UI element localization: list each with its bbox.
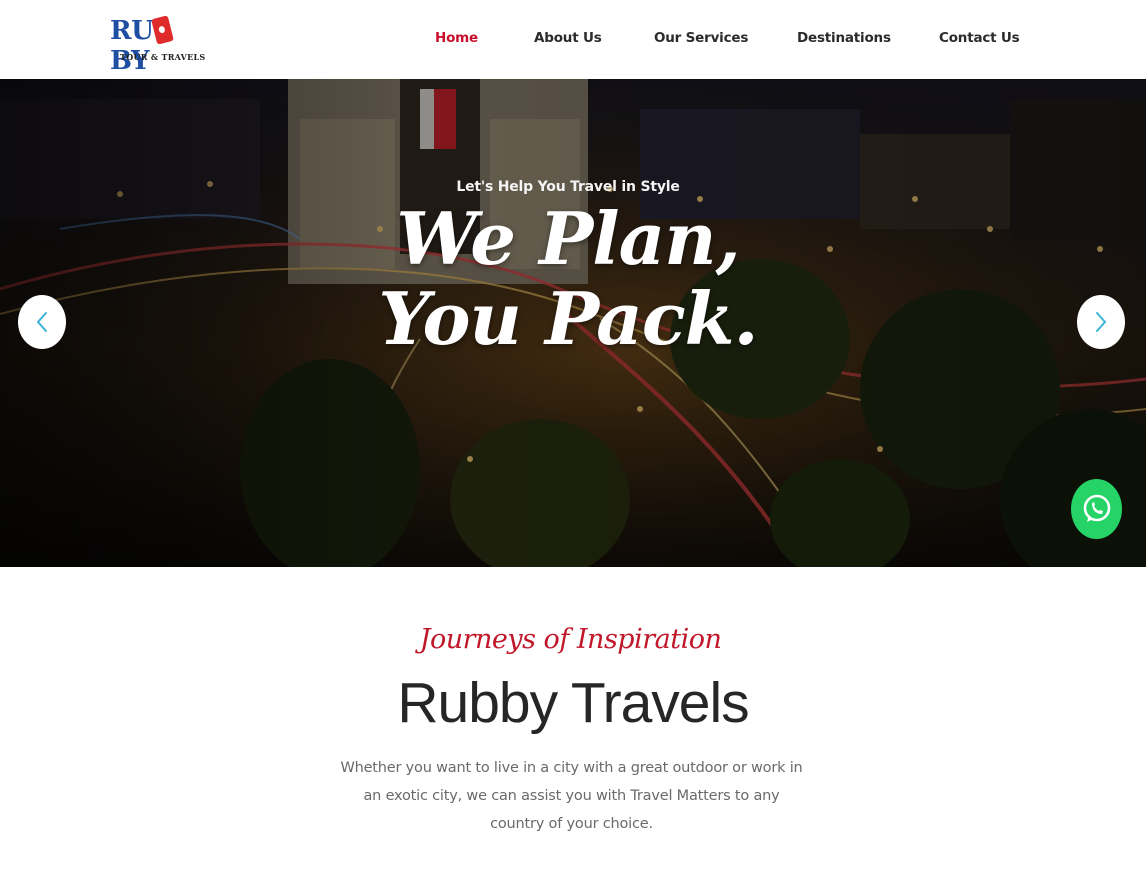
nav-item-home[interactable]: Home [435, 30, 478, 46]
nav-item-about-us[interactable]: About Us [534, 30, 602, 46]
chevron-right-icon [1096, 312, 1107, 332]
whatsapp-button[interactable] [1071, 479, 1122, 539]
nav-item-contact-us[interactable]: Contact Us [939, 30, 1020, 46]
site-header: RUBY TOUR & TRAVELS Home About Us Our Se… [0, 0, 1146, 79]
nav-item-our-services[interactable]: Our Services [654, 30, 748, 46]
intro-script-heading: Journeys of Inspiration [419, 624, 722, 655]
slider-prev-button[interactable] [18, 295, 66, 349]
logo-badge-icon [151, 15, 175, 45]
logo-wordmark: RUBY [110, 15, 206, 76]
intro-title: Rubby Travels [397, 671, 749, 735]
hero-title-line-1: We Plan, [396, 196, 740, 281]
hero-slider: Let's Help You Travel in Style We Plan, … [0, 79, 1146, 567]
chevron-left-icon [36, 312, 47, 332]
hero-title: We Plan, You Pack. [0, 199, 1136, 359]
hero-kicker: Let's Help You Travel in Style [456, 179, 680, 195]
slider-next-button[interactable] [1077, 295, 1125, 349]
nav-item-destinations[interactable]: Destinations [797, 30, 891, 46]
hero-title-line-2: You Pack. [378, 276, 758, 361]
logo[interactable]: RUBY TOUR & TRAVELS [110, 14, 206, 76]
logo-tagline: TOUR & TRAVELS [120, 52, 206, 62]
whatsapp-icon [1083, 494, 1110, 522]
intro-text: Whether you want to live in a city with … [340, 760, 803, 832]
